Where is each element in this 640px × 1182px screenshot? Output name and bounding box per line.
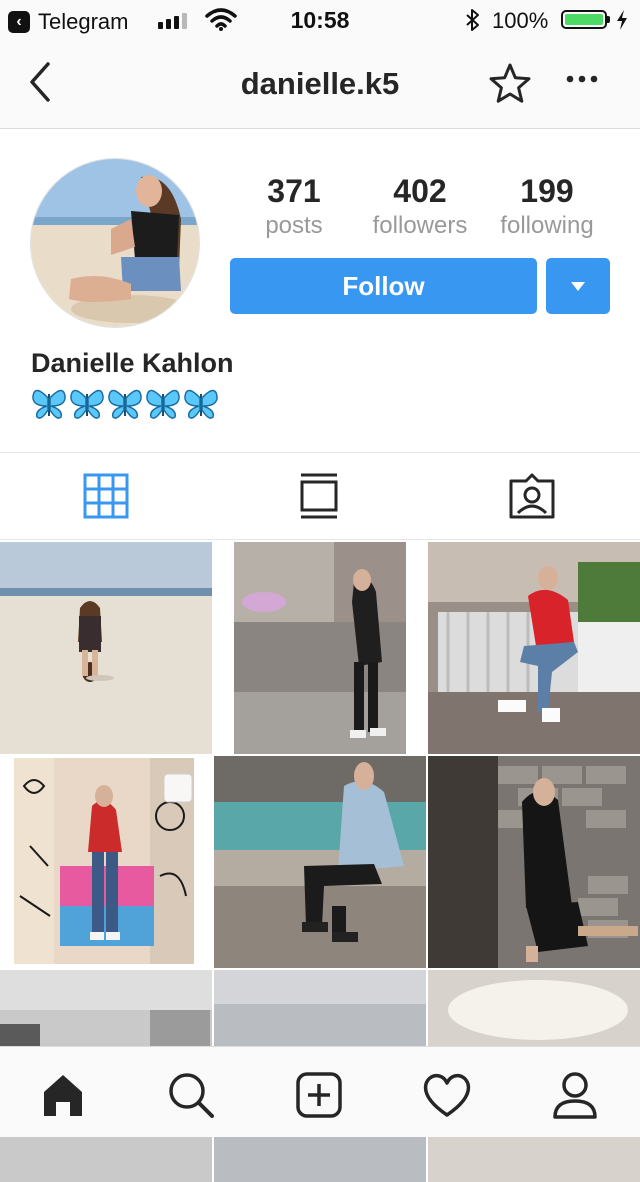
battery-cap [607, 16, 610, 23]
tab-grid[interactable] [81, 471, 131, 521]
stat-followers-count: 402 [393, 173, 447, 209]
stat-followers[interactable]: 402 followers [355, 172, 485, 242]
stat-followers-label: followers [372, 212, 468, 239]
stat-posts-count: 371 [267, 173, 321, 209]
butterfly-icon [108, 389, 142, 419]
post-thumbnail-bench[interactable] [428, 542, 640, 754]
star-icon[interactable] [488, 62, 532, 106]
activity-heart-icon [423, 1073, 471, 1117]
bluetooth-icon [466, 9, 479, 31]
stat-posts-label: posts [265, 212, 323, 239]
tagged-icon [509, 473, 555, 519]
tab-home[interactable] [33, 1065, 93, 1125]
avatar[interactable] [30, 158, 200, 328]
status-bar: ‹ Telegram 10:58 100% [0, 0, 640, 40]
post-thumbnail-brick-wall[interactable] [428, 756, 640, 968]
home-icon [44, 1075, 82, 1116]
more-horizontal-icon[interactable] [566, 74, 598, 84]
stat-following-count: 199 [520, 173, 574, 209]
butterfly-icon [70, 389, 104, 419]
profile-full-name: Danielle Kahlon [31, 348, 234, 378]
list-feed-icon [300, 473, 338, 519]
new-post-icon [296, 1072, 342, 1118]
search-icon [169, 1073, 214, 1118]
charging-bolt-icon [617, 10, 627, 30]
page-title: danielle.k5 [240, 66, 400, 101]
grid-icon [83, 473, 129, 519]
profile-bio [31, 388, 219, 420]
caret-down-icon [571, 282, 585, 291]
stat-following-label: following [500, 212, 594, 239]
stat-posts[interactable]: 371 posts [229, 172, 359, 242]
tab-feed[interactable] [294, 471, 344, 521]
tab-profile[interactable] [545, 1065, 605, 1125]
tab-search[interactable] [161, 1065, 221, 1125]
post-thumbnail-graffiti[interactable] [0, 756, 212, 968]
follow-button[interactable]: Follow [230, 258, 537, 314]
stat-following[interactable]: 199 following [482, 172, 612, 242]
profile-icon [553, 1072, 597, 1119]
butterfly-icon [32, 389, 66, 419]
post-thumbnail-fountain[interactable] [214, 756, 426, 968]
post-thumbnail-street[interactable] [214, 542, 426, 754]
butterfly-icon [184, 389, 218, 419]
tab-new-post[interactable] [289, 1065, 349, 1125]
profile-header: danielle.k5 [0, 40, 640, 129]
battery-icon [561, 10, 607, 29]
post-thumbnail-beach[interactable] [0, 542, 212, 754]
battery-percentage: 100% [492, 8, 549, 33]
suggestions-dropdown-button[interactable] [546, 258, 610, 314]
tab-tagged[interactable] [507, 471, 557, 521]
tab-activity[interactable] [417, 1065, 477, 1125]
bottom-tab-bar [0, 1046, 640, 1137]
profile-view-tabs [0, 452, 640, 540]
butterfly-icon [146, 389, 180, 419]
